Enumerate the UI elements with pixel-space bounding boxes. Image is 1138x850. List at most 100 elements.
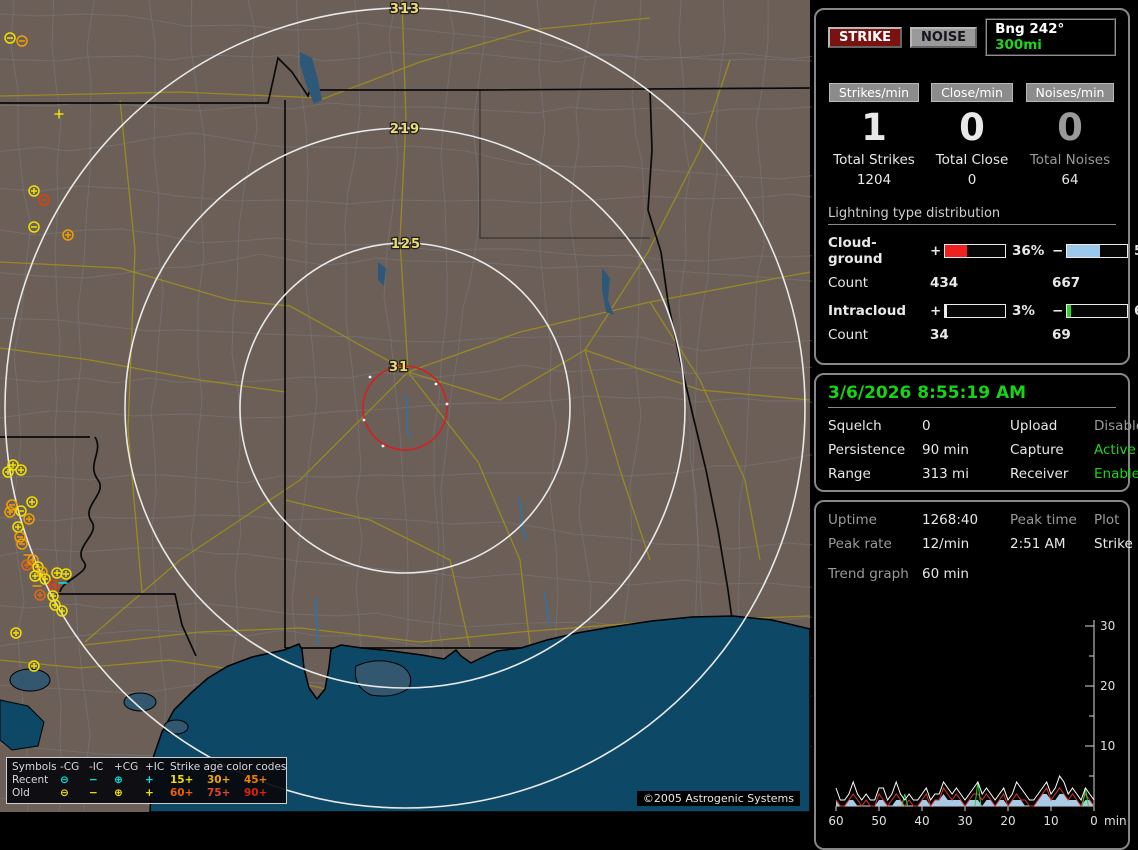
- cg-negative-bar: [1066, 244, 1128, 258]
- ic-positive-pct: 3%: [1012, 303, 1035, 319]
- intracloud-row: Intracloud + 3% − 6%: [828, 303, 1138, 319]
- datetime-display: 3/6/2026 8:55:19 AM: [828, 383, 1116, 408]
- copyright-text: ©2005 Astrogenic Systems: [636, 791, 800, 806]
- bearing-value: Bng 242°: [995, 21, 1065, 37]
- age-code-label: 75+: [207, 787, 231, 799]
- status-panel: STRIKE NOISE Bng 242° 300mi Strikes/min …: [812, 0, 1138, 850]
- svg-text:30: 30: [957, 814, 972, 828]
- peak-time-value: 2:51 AM: [1010, 536, 1066, 552]
- ic-positive-count: 34: [930, 327, 949, 343]
- squelch-label: Squelch: [828, 418, 882, 434]
- cg-positive-bar: [944, 244, 1006, 258]
- noises-per-min-value: 0: [1057, 106, 1083, 149]
- upload-value: Disabled: [1094, 418, 1138, 434]
- cloud-ground-counts: Count 434 667: [828, 275, 1116, 291]
- legend-symbol-icon: ⊖: [60, 774, 69, 786]
- trend-graph-window: 60 min: [922, 566, 969, 582]
- trend-box: Uptime 1268:40 Peak time Plot Peak rate …: [814, 500, 1133, 850]
- bearing-range: 300mi: [995, 37, 1042, 53]
- cg-positive-count: 434: [930, 275, 959, 291]
- legend-row: Old ⊖ − ⊕ +60+ 75+ 90+: [12, 787, 281, 800]
- legend-symbol-icon: ⊕: [114, 774, 123, 786]
- ring-label-219: 219: [390, 122, 420, 137]
- plot-value: Strike: [1094, 536, 1133, 552]
- noises-per-min: Noises/min 0 Total Noises 64: [1024, 82, 1116, 188]
- persistence-value: 90 min: [922, 442, 969, 458]
- distribution-title: Lightning type distribution: [828, 206, 1116, 225]
- legend-symbol-icon: +: [145, 787, 154, 799]
- total-strikes-value: 1204: [856, 172, 892, 188]
- noises-per-min-chip[interactable]: Noises/min: [1025, 83, 1115, 102]
- svg-text:min: min: [1104, 814, 1127, 828]
- age-code-label: 45+: [244, 774, 268, 786]
- uptime-grid: Uptime 1268:40 Peak time Plot Peak rate …: [828, 512, 1133, 552]
- strikes-per-min: Strikes/min 1 Total Strikes 1204: [828, 82, 920, 188]
- trend-graph-label-row: Trend graph 60 min: [828, 566, 1116, 582]
- age-code-label: 60+: [170, 787, 194, 799]
- ic-negative-pct: 6%: [1128, 303, 1138, 319]
- close-per-min: Close/min 0 Total Close 0: [926, 82, 1018, 188]
- close-per-min-value: 0: [959, 106, 985, 149]
- plot-label: Plot: [1094, 512, 1120, 528]
- svg-text:10: 10: [1043, 814, 1058, 828]
- status-grid: Squelch 0 Upload Disabled Persistence 90…: [828, 418, 1138, 482]
- legend-symbol-icon: −: [89, 787, 98, 799]
- ring-label-31: 31: [389, 360, 409, 375]
- persistence-label: Persistence: [828, 442, 906, 458]
- strike-toggle-button[interactable]: STRIKE: [828, 26, 903, 48]
- squelch-value: 0: [922, 418, 931, 434]
- range-label: Range: [828, 466, 871, 482]
- total-strikes-label: Total Strikes: [833, 152, 915, 168]
- svg-text:20: 20: [1100, 679, 1115, 693]
- noise-toggle-button[interactable]: NOISE: [910, 26, 978, 48]
- cg-positive-pct: 36%: [1012, 243, 1045, 259]
- range-value: 313 mi: [922, 466, 969, 482]
- cg-negative-pct: 55%: [1128, 243, 1138, 259]
- map-canvas: 313 219 125 31: [0, 0, 812, 812]
- legend-header-row: Symbols -CG -IC +CG +IC Strike age color…: [12, 761, 286, 774]
- mode-toggle-row: STRIKE NOISE Bng 242° 300mi: [828, 18, 1116, 56]
- intracloud-counts: Count 34 69: [828, 327, 1116, 343]
- age-code-label: 15+: [170, 774, 194, 786]
- uptime-value: 1268:40: [922, 512, 979, 528]
- lightning-distribution: Lightning type distribution Cloud-ground…: [828, 206, 1138, 343]
- total-close-value: 0: [967, 172, 977, 188]
- svg-text:40: 40: [914, 814, 929, 828]
- lake-pontchartrain: [354, 660, 412, 697]
- cloud-ground-row: Cloud-ground + 36% − 55%: [828, 235, 1138, 267]
- legend-symbols-label: Symbols: [12, 761, 57, 773]
- svg-text:50: 50: [871, 814, 886, 828]
- capture-value: Active: [1094, 442, 1136, 458]
- legend-col-ncg: -CG: [60, 761, 80, 773]
- legend-col-pcg: +CG: [114, 761, 139, 773]
- ic-negative-count: 69: [1052, 327, 1071, 343]
- legend-symbol-icon: +: [145, 774, 154, 786]
- strikes-per-min-value: 1: [861, 106, 887, 149]
- legend-symbol-icon: ⊖: [60, 787, 69, 799]
- ring-label-125: 125: [391, 237, 421, 252]
- lightning-map[interactable]: 313 219 125 31 Symbols -CG -IC +CG +IC S…: [0, 0, 812, 812]
- svg-text:10: 10: [1100, 739, 1115, 753]
- peak-rate-value: 12/min: [922, 536, 970, 552]
- svg-text:0: 0: [1090, 814, 1098, 828]
- strikes-per-min-chip[interactable]: Strikes/min: [828, 83, 920, 102]
- cg-negative-count: 667: [1052, 275, 1081, 291]
- legend-symbol-icon: −: [89, 774, 98, 786]
- ic-positive-bar: [944, 304, 1006, 318]
- close-per-min-chip[interactable]: Close/min: [931, 83, 1013, 102]
- capture-label: Capture: [1010, 442, 1064, 458]
- trend-graph: 10 20 30 60 50 40 30 20 10 0 min: [828, 619, 1127, 828]
- legend-col-pic: +IC: [145, 761, 165, 773]
- ring-label-313: 313: [390, 2, 420, 17]
- legend-symbol-icon: ⊕: [114, 787, 123, 799]
- peak-time-label: Peak time: [1010, 512, 1077, 528]
- svg-text:30: 30: [1100, 619, 1115, 633]
- total-noises-label: Total Noises: [1029, 152, 1111, 168]
- total-noises-value: 64: [1061, 172, 1079, 188]
- age-code-label: 90+: [244, 787, 268, 799]
- total-close-label: Total Close: [935, 152, 1009, 168]
- ic-negative-bar: [1066, 304, 1128, 318]
- svg-text:20: 20: [1000, 814, 1015, 828]
- bearing-badge: Bng 242° 300mi: [985, 18, 1116, 56]
- rate-counters: Strikes/min 1 Total Strikes 1204 Close/m…: [828, 82, 1116, 188]
